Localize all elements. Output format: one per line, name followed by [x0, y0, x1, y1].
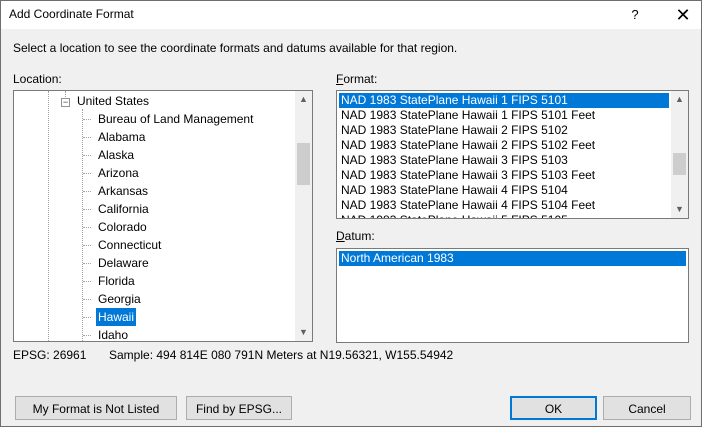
tree-node-united-states[interactable]: − United States	[14, 92, 296, 110]
tree-branch-line	[83, 317, 91, 318]
tree-node-label: California	[98, 202, 149, 216]
tree-node[interactable]: Alabama	[14, 128, 296, 146]
format-list-item[interactable]: NAD 1983 StatePlane Hawaii 3 FIPS 5103 F…	[339, 168, 669, 183]
tree-node-label: Delaware	[98, 256, 149, 270]
find-by-epsg-button[interactable]: Find by EPSG...	[186, 396, 292, 420]
cancel-button[interactable]: Cancel	[603, 396, 691, 420]
tree-branch-line	[83, 191, 91, 192]
format-list-item[interactable]: NAD 1983 StatePlane Hawaii 5 FIPS 5105	[339, 213, 669, 218]
tree-node[interactable]: Alaska	[14, 146, 296, 164]
chevron-down-icon[interactable]: ▼	[671, 201, 688, 218]
format-list-item[interactable]: NAD 1983 StatePlane Hawaii 2 FIPS 5102 F…	[339, 138, 669, 153]
format-list-item[interactable]: NAD 1983 StatePlane Hawaii 2 FIPS 5102	[339, 123, 669, 138]
tree-branch-line	[83, 263, 91, 264]
tree-node[interactable]: Arkansas	[14, 182, 296, 200]
tree-node-label: Arizona	[98, 166, 139, 180]
tree-node[interactable]: Colorado	[14, 218, 296, 236]
tree-node[interactable]: Florida	[14, 272, 296, 290]
sample-coordinate: Sample: 494 814E 080 791N Meters at N19.…	[109, 348, 454, 362]
datum-label-text: atum:	[344, 229, 375, 243]
format-list-item[interactable]: NAD 1983 StatePlane Hawaii 3 FIPS 5103	[339, 153, 669, 168]
tree-branch-line	[83, 209, 91, 210]
location-scrollbar[interactable]: ▲ ▼	[295, 91, 312, 341]
format-label-text: ormat:	[343, 72, 378, 86]
format-list-item[interactable]: NAD 1983 StatePlane Hawaii 1 FIPS 5101 F…	[339, 108, 669, 123]
tree-branch-line	[83, 173, 91, 174]
location-label: Location:	[13, 72, 62, 86]
format-list-item[interactable]: NAD 1983 StatePlane Hawaii 4 FIPS 5104	[339, 183, 669, 198]
tree-branch-line	[83, 119, 91, 120]
tree-node[interactable]: Hawaii	[14, 307, 296, 327]
tree-node[interactable]: Georgia	[14, 290, 296, 308]
chevron-up-icon[interactable]: ▲	[671, 91, 688, 108]
datum-label-accelerator: D	[336, 229, 345, 243]
format-list-item[interactable]: NAD 1983 StatePlane Hawaii 1 FIPS 5101	[339, 93, 669, 108]
title-bar: Add Coordinate Format ? ✕	[1, 1, 701, 29]
tree-node[interactable]: Idaho	[14, 326, 296, 342]
scrollbar-thumb[interactable]	[673, 153, 686, 175]
datum-list[interactable]: North American 1983	[336, 248, 689, 343]
datum-label: Datum:	[336, 229, 375, 243]
tree-node-label: Alabama	[98, 130, 146, 144]
format-label: Format:	[336, 72, 377, 86]
tree-node-label: Connecticut	[98, 238, 162, 252]
tree-collapse-icon[interactable]: −	[61, 98, 70, 107]
tree-node-label: Florida	[98, 274, 135, 288]
tree-node-label: Alaska	[98, 148, 135, 162]
chevron-down-icon[interactable]: ▼	[295, 324, 312, 341]
tree-node-label: United States	[77, 94, 150, 108]
tree-node-label: Colorado	[98, 220, 147, 234]
tree-node[interactable]: Connecticut	[14, 236, 296, 254]
ok-button[interactable]: OK	[510, 396, 597, 420]
tree-node[interactable]: Bureau of Land Management	[14, 110, 296, 128]
tree-node[interactable]: California	[14, 200, 296, 218]
format-list-item[interactable]: NAD 1983 StatePlane Hawaii 4 FIPS 5104 F…	[339, 198, 669, 213]
tree-branch-line	[83, 227, 91, 228]
tree-branch-line	[83, 281, 91, 282]
instruction-text: Select a location to see the coordinate …	[13, 41, 458, 55]
location-tree[interactable]: − United States Bureau of Land Managemen…	[13, 90, 313, 342]
format-scrollbar[interactable]: ▲ ▼	[671, 91, 688, 218]
add-coordinate-format-dialog: Add Coordinate Format ? ✕ Select a locat…	[0, 0, 702, 427]
tree-node-label: Bureau of Land Management	[98, 112, 254, 126]
chevron-up-icon[interactable]: ▲	[295, 91, 312, 108]
close-button[interactable]: ✕	[667, 3, 699, 27]
epsg-code: EPSG: 26961	[13, 348, 87, 362]
tree-branch-line	[83, 299, 91, 300]
tree-branch-line	[83, 137, 91, 138]
tree-node-label: Idaho	[98, 328, 129, 342]
tree-branch-line	[83, 155, 91, 156]
datum-item[interactable]: North American 1983	[339, 251, 686, 266]
help-button[interactable]: ?	[623, 5, 647, 25]
my-format-not-listed-button[interactable]: My Format is Not Listed	[15, 396, 177, 420]
format-list[interactable]: NAD 1983 StatePlane Hawaii 1 FIPS 5101 NA…	[336, 90, 689, 219]
tree-branch-line	[83, 335, 91, 336]
tree-node-label: Hawaii	[94, 307, 138, 327]
window-title: Add Coordinate Format	[9, 7, 134, 21]
tree-node[interactable]: Delaware	[14, 254, 296, 272]
tree-branch-line	[83, 245, 91, 246]
tree-node-label: Arkansas	[98, 184, 149, 198]
scrollbar-thumb[interactable]	[297, 143, 310, 185]
tree-node[interactable]: Arizona	[14, 164, 296, 182]
tree-node-label: Georgia	[98, 292, 141, 306]
